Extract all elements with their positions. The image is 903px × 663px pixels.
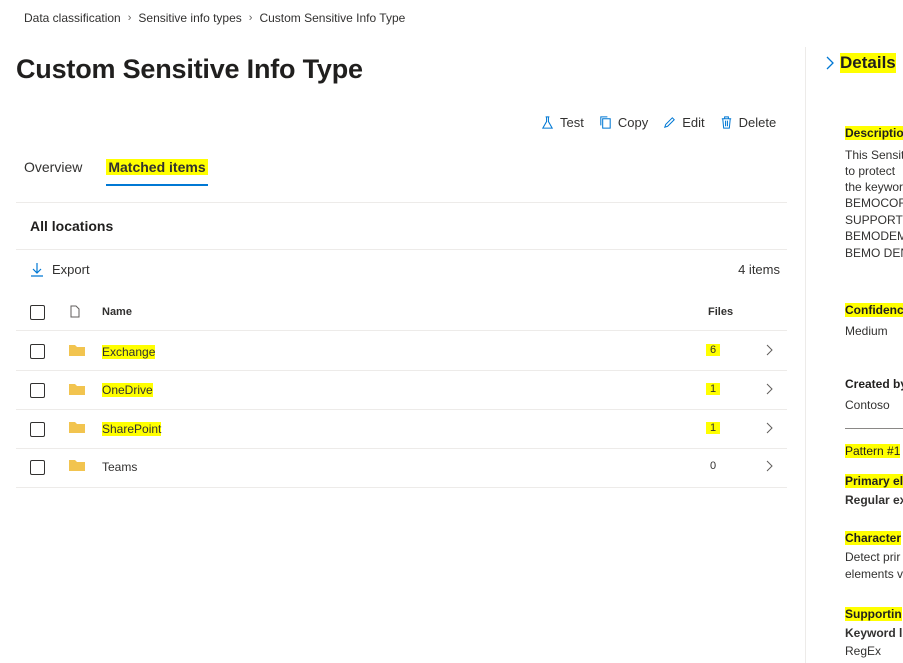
divider: [845, 428, 903, 429]
description-line: BEMODEM: [845, 229, 903, 243]
table-row[interactable]: SharePoint 1: [16, 410, 787, 449]
primary-element-value: Regular ex: [845, 493, 903, 507]
table-header: Name Files: [16, 294, 787, 331]
divider: [16, 202, 787, 203]
export-label: Export: [52, 262, 90, 277]
chevron-right-icon[interactable]: [766, 422, 774, 434]
breadcrumb-item-sensitive-info-types[interactable]: Sensitive info types: [138, 11, 241, 25]
description-line: BEMO DEN: [845, 246, 903, 260]
pencil-icon: [664, 117, 676, 129]
description-line: BEMOCOR: [845, 196, 903, 210]
pattern-label: Pattern #1: [845, 444, 901, 458]
row-checkbox[interactable]: [30, 460, 45, 475]
items-count: 4 items: [738, 262, 780, 277]
section-title: All locations: [30, 218, 114, 234]
row-checkbox[interactable]: [30, 422, 45, 437]
copy-icon: [600, 116, 611, 129]
character-line: Detect prir: [845, 550, 901, 564]
description-line: This Sensit: [845, 148, 903, 162]
description-label: Descriptio: [845, 126, 903, 140]
column-header-files[interactable]: Files: [708, 306, 733, 318]
created-by-label: Created by: [845, 377, 903, 391]
divider: [16, 249, 787, 250]
delete-label: Delete: [738, 115, 777, 130]
description-line: the keywor: [845, 180, 903, 194]
flask-icon: [541, 116, 554, 129]
row-checkbox[interactable]: [30, 344, 45, 359]
chevron-right-icon[interactable]: [766, 460, 774, 472]
chevron-right-icon: ›: [127, 12, 132, 24]
details-header: Details: [826, 53, 896, 73]
folder-icon: [69, 460, 85, 471]
tab-list: Overview Matched items: [24, 159, 208, 186]
confidence-value: Medium: [845, 324, 888, 338]
page-title: Custom Sensitive Info Type: [16, 54, 363, 84]
row-files: 6: [706, 344, 721, 356]
column-header-name[interactable]: Name: [102, 306, 132, 318]
download-icon: [31, 263, 43, 277]
delete-button[interactable]: Delete: [719, 115, 777, 130]
row-files: 1: [706, 422, 721, 434]
edit-label: Edit: [682, 115, 705, 130]
breadcrumb-item-current: Custom Sensitive Info Type: [259, 11, 406, 25]
table-row[interactable]: Exchange 6: [16, 332, 787, 371]
row-name: Exchange: [102, 345, 156, 359]
details-panel: Details Descriptio This Sensit to protec…: [805, 47, 903, 663]
description-line: SUPPORT E: [845, 213, 903, 227]
edit-button[interactable]: Edit: [662, 115, 705, 130]
select-all-checkbox[interactable]: [30, 305, 45, 320]
description-line: to protect: [845, 164, 896, 178]
keyword-list-label: Keyword li: [845, 626, 903, 640]
row-name: Teams: [102, 460, 138, 474]
folder-icon: [69, 422, 85, 433]
row-files: 1: [706, 383, 721, 395]
chevron-right-icon: ›: [248, 12, 253, 24]
created-by-value: Contoso: [845, 398, 890, 412]
export-button[interactable]: Export: [30, 262, 90, 277]
copy-button[interactable]: Copy: [598, 115, 648, 130]
test-label: Test: [560, 115, 584, 130]
folder-icon: [69, 384, 85, 395]
chevron-right-icon[interactable]: [766, 383, 774, 395]
trash-icon: [721, 116, 731, 129]
breadcrumb-item-data-classification[interactable]: Data classification: [24, 11, 121, 25]
character-proximity-label: Character: [845, 531, 902, 545]
row-name: SharePoint: [102, 422, 162, 436]
details-title: Details: [840, 53, 896, 73]
breadcrumb: Data classification › Sensitive info typ…: [24, 11, 405, 25]
row-checkbox[interactable]: [30, 383, 45, 398]
table-row[interactable]: Teams 0: [16, 449, 787, 488]
chevron-right-icon[interactable]: [766, 344, 774, 356]
keyword-list-value: RegEx: [845, 644, 882, 658]
command-bar: Test Copy Edit Delete: [540, 115, 776, 130]
tab-matched-items-label: Matched items: [106, 159, 208, 175]
primary-element-label: Primary el: [845, 474, 903, 488]
table-row[interactable]: OneDrive 1: [16, 371, 787, 410]
tab-matched-items[interactable]: Matched items: [106, 159, 208, 186]
file-type-icon: [70, 305, 80, 318]
folder-icon: [69, 345, 85, 356]
copy-label: Copy: [617, 115, 649, 130]
character-line: elements v: [845, 567, 903, 581]
tab-overview[interactable]: Overview: [24, 159, 82, 186]
test-button[interactable]: Test: [540, 115, 584, 130]
confidence-label: Confidenc: [845, 303, 903, 317]
row-name: OneDrive: [102, 383, 153, 397]
row-files: 0: [710, 460, 717, 472]
chevron-right-icon[interactable]: [826, 56, 834, 70]
supporting-elements-label: Supportin: [845, 607, 902, 621]
